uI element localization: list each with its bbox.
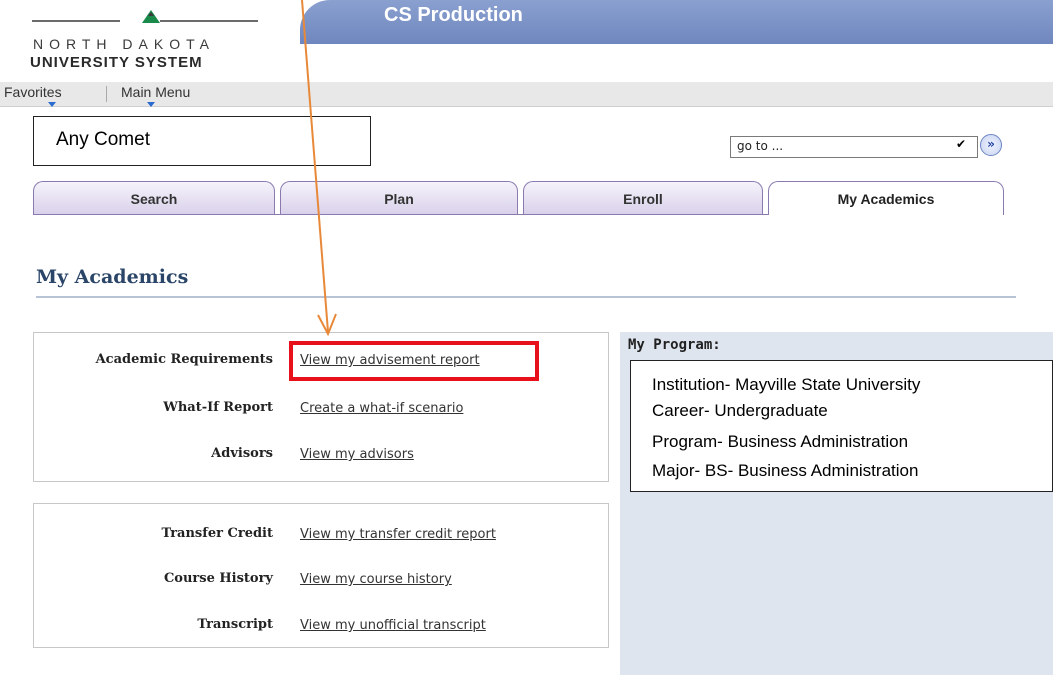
row-label-academic-requirements: Academic Requirements [95, 352, 273, 367]
favorites-caret-icon [48, 102, 56, 107]
row-label-course-history: Course History [163, 571, 273, 586]
tab-search[interactable]: Search [33, 181, 275, 215]
main-menu[interactable]: Main Menu [121, 84, 190, 100]
program-program: Program- Business Administration [652, 432, 909, 451]
menu-divider [106, 86, 107, 102]
tab-my-academics[interactable]: My Academics [768, 181, 1004, 215]
logo-text-bottom: UNIVERSITY SYSTEM [30, 54, 203, 71]
link-view-advisors[interactable]: View my advisors [300, 447, 414, 462]
tab-baseline [33, 214, 768, 215]
link-view-unofficial-transcript[interactable]: View my unofficial transcript [300, 618, 486, 633]
link-view-course-history[interactable]: View my course history [300, 572, 452, 587]
environment-title: CS Production [384, 4, 523, 26]
menu-bar: Favorites Main Menu [0, 82, 1053, 107]
dropdown-arrow-icon[interactable]: ✔ [956, 137, 966, 151]
logo-line-left [32, 20, 120, 22]
page-title: My Academics [36, 266, 189, 288]
logo-text-top: NORTH DAKOTA [33, 36, 215, 52]
row-label-what-if-report: What-If Report [163, 400, 273, 415]
row-label-transfer-credit: Transfer Credit [161, 526, 273, 541]
title-divider [36, 296, 1016, 298]
link-create-what-if[interactable]: Create a what-if scenario [300, 401, 463, 416]
student-name: Any Comet [56, 129, 150, 150]
highlight-box [289, 341, 539, 381]
logo-mountain-icon [142, 10, 160, 23]
main-menu-caret-icon [147, 102, 155, 107]
goto-select-value: go to ... [737, 139, 784, 153]
logo-line-right [160, 20, 258, 22]
my-program-heading: My Program: [628, 337, 721, 353]
row-label-advisors: Advisors [211, 446, 273, 461]
tab-enroll[interactable]: Enroll [523, 181, 763, 215]
program-major: Major- BS- Business Administration [652, 461, 919, 480]
favorites-menu[interactable]: Favorites [4, 84, 62, 100]
link-view-transfer-credit[interactable]: View my transfer credit report [300, 527, 496, 542]
goto-button[interactable]: » [980, 134, 1002, 156]
tab-plan[interactable]: Plan [280, 181, 518, 215]
row-label-transcript: Transcript [197, 617, 273, 632]
program-institution: Institution- Mayville State University [652, 375, 921, 394]
program-career: Career- Undergraduate [652, 401, 828, 420]
